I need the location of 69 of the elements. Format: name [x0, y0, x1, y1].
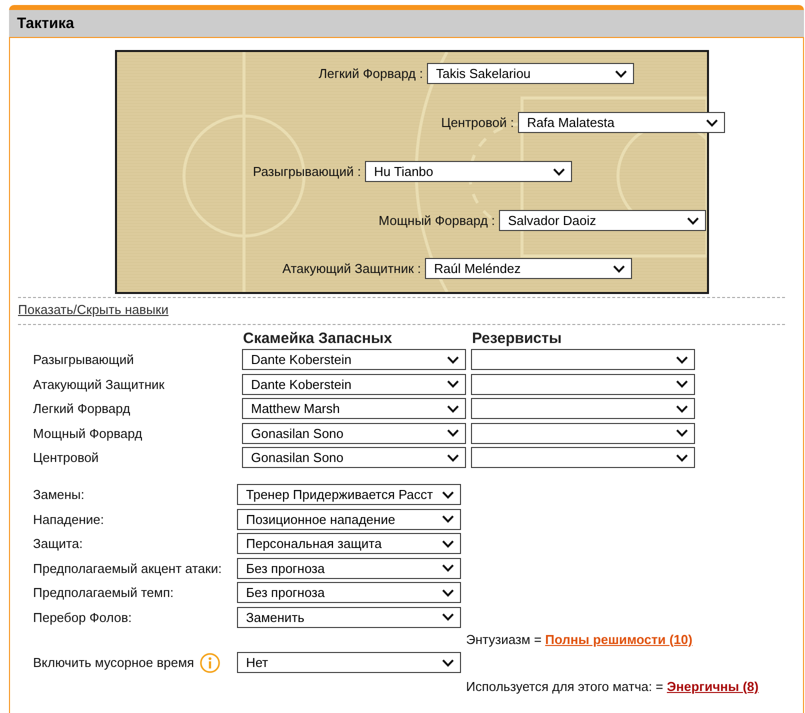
player-dropdown[interactable]: Takis Sakelariou [427, 63, 634, 84]
position-label: Разыгрывающий [33, 352, 135, 367]
chevron-icon [615, 70, 627, 78]
setting-label: Предполагаемый акцент атаки: [33, 560, 223, 576]
chevron-icon [676, 356, 688, 364]
setting-dropdown[interactable]: Нет [237, 652, 461, 673]
reserve-dropdown[interactable] [471, 349, 695, 370]
position-label: Разыгрывающий : [252, 164, 361, 179]
reserve-dropdown[interactable] [471, 398, 695, 419]
position-label: Атакующий Защитник : [282, 261, 421, 276]
skills-toggle-link[interactable]: Показать/Скрыть навыки [18, 302, 168, 317]
position-label: Центровой : [441, 115, 514, 130]
chevron-icon [676, 380, 688, 388]
chevron-icon [687, 216, 699, 224]
chevron-icon [442, 588, 454, 596]
position-label: Атакующий Защитник [33, 376, 166, 392]
chevron-icon [706, 118, 718, 126]
player-dropdown[interactable]: Gonasilan Sono [242, 447, 466, 468]
position-label: Легкий Форвард [33, 401, 132, 416]
position-label: Мощный Форвард [33, 426, 144, 440]
player-dropdown[interactable]: Rafa Malatesta [518, 112, 725, 133]
chevron-icon [447, 429, 459, 437]
chevron-icon [442, 658, 454, 666]
setting-label: Включить мусорное время [33, 655, 194, 670]
setting-dropdown[interactable]: Без прогноза [237, 582, 461, 603]
player-dropdown[interactable]: Dante Koberstein [242, 374, 466, 394]
setting-label: Замены: [33, 487, 86, 502]
setting-label: Перебор Фолов: [33, 610, 133, 624]
setting-dropdown[interactable]: Позиционное нападение [237, 508, 461, 530]
reserve-dropdown[interactable] [471, 447, 695, 468]
reserve-dropdown[interactable] [471, 422, 695, 444]
panel-title: Тактика [17, 15, 74, 32]
chevron-icon [442, 613, 454, 621]
setting-dropdown[interactable]: Без прогноза [237, 558, 461, 578]
position-label: Легкий Форвард : [318, 66, 423, 81]
enthusiasm-link[interactable]: Полны решимости (10) [545, 632, 692, 646]
position-label: Центровой [33, 450, 100, 465]
setting-dropdown[interactable]: Персональная защита [237, 533, 461, 554]
player-dropdown[interactable]: Raúl Meléndez [425, 258, 632, 279]
chevron-icon [676, 454, 688, 462]
chevron-icon [442, 490, 454, 498]
position-label: Мощный Форвард : [378, 213, 495, 228]
player-dropdown[interactable]: Matthew Marsh [242, 398, 466, 419]
chevron-icon [442, 564, 454, 572]
chevron-icon [447, 380, 459, 388]
setting-dropdown[interactable]: Тренер Придерживается Расст [237, 484, 461, 505]
player-dropdown[interactable]: Gonasilan Sono [242, 422, 466, 444]
chevron-icon [442, 515, 454, 523]
chevron-icon [447, 404, 459, 412]
setting-label: Предполагаемый темп: [33, 585, 175, 600]
reserve-dropdown[interactable] [471, 374, 695, 394]
chevron-icon [676, 404, 688, 412]
column-header: Резервисты [471, 330, 563, 348]
chevron-icon [676, 429, 688, 437]
setting-label: Нападение: [33, 512, 105, 526]
chevron-icon [553, 168, 565, 176]
player-dropdown[interactable]: Salvador Daoiz [499, 210, 706, 231]
player-dropdown[interactable]: Hu Tianbo [365, 161, 572, 182]
setting-label: Защита: [33, 536, 84, 551]
match-energy-label: Используется для этого матча: = [466, 679, 664, 694]
setting-dropdown[interactable]: Заменить [237, 606, 461, 628]
chevron-icon [447, 356, 459, 364]
player-dropdown[interactable]: Dante Koberstein [242, 349, 466, 370]
chevron-icon [613, 264, 625, 272]
match-energy-link[interactable]: Энергичны (8) [666, 679, 759, 694]
chevron-icon [442, 540, 454, 548]
column-header: Скамейка Запасных [242, 330, 394, 348]
enthusiasm-label: Энтузиазм = [466, 632, 542, 646]
chevron-icon [447, 454, 459, 462]
